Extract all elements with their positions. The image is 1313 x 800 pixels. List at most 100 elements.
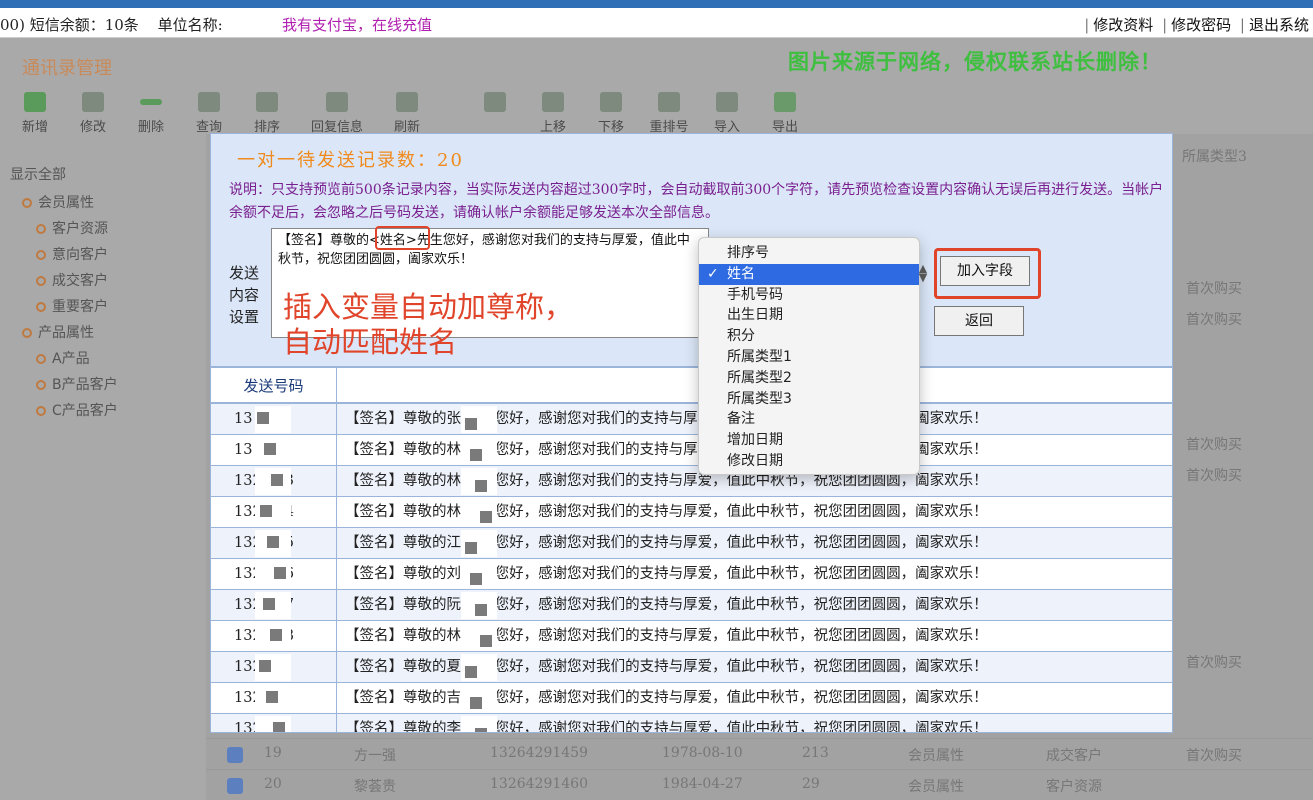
table-row[interactable]: 20 黎荟贵 13264291460 1984-04-27 29 会员属性 客户… (206, 769, 1313, 800)
node-icon (36, 250, 46, 260)
edit-icon (82, 92, 104, 112)
node-icon (22, 198, 32, 208)
edit-profile-link[interactable]: 修改资料 (1093, 16, 1153, 34)
select-arrows-icon[interactable]: ▲ ▼ (915, 263, 931, 284)
privacy-mask (270, 629, 282, 641)
delete-tool-button[interactable]: 删除 (122, 90, 180, 136)
privacy-mask (475, 480, 487, 492)
privacy-mask (465, 666, 477, 678)
move-up-tool-button[interactable]: 上移 (524, 90, 582, 136)
sidebar-item-product[interactable]: 产品属性 (22, 322, 94, 342)
send-content-label: 发送内容设置 (229, 264, 260, 326)
node-icon (36, 302, 46, 312)
table-row: 132 50【签名】尊敬的吉 先生您好，感谢您对我们的支持与厚爱，值此中秋节，祝… (211, 683, 1172, 714)
back-button[interactable]: 返回 (934, 306, 1024, 336)
field-option[interactable]: 所属类型3 (699, 389, 919, 410)
field-option[interactable]: 备注 (699, 409, 919, 430)
refresh-icon (396, 92, 418, 112)
message-cell: 【签名】尊敬的林 先生您好，感谢您对我们的支持与厚爱，值此中秋节，祝您团团圆圆，… (345, 628, 988, 644)
reply-tool-button[interactable]: 回复信息 (296, 90, 378, 136)
privacy-mask (480, 511, 492, 523)
row-checkbox[interactable] (227, 747, 243, 763)
renumber-tool-button[interactable]: 重排号 (640, 90, 698, 136)
unit-name-label: 单位名称: (157, 16, 223, 34)
search-tool-button[interactable]: 查询 (180, 90, 238, 136)
node-icon (36, 354, 46, 364)
column-header-type3: 所属类型3 (1182, 149, 1247, 165)
grid-cell: 首次购买 (1186, 655, 1242, 671)
logout-link[interactable]: 退出系统 (1249, 16, 1309, 34)
sidebar-tree: 显示全部 会员属性 客户资源 意向客户 成交客户 重要客户 产品属性 A产品 B… (0, 154, 205, 454)
field-option[interactable]: 修改日期 (699, 451, 919, 472)
account-links: | 修改资料 | 修改密码 | 退出系统 (1084, 16, 1309, 34)
message-cell: 【签名】尊敬的阮 先生您好，感谢您对我们的支持与厚爱，值此中秋节，祝您团团圆圆，… (345, 597, 988, 613)
change-password-link[interactable]: 修改密码 (1171, 16, 1231, 34)
table-header: 发送号码 (211, 366, 1172, 404)
field-option[interactable]: 所属类型1 (699, 347, 919, 368)
sidebar-item-product-c[interactable]: C产品客户 (36, 400, 118, 420)
field-option[interactable]: 所属类型2 (699, 368, 919, 389)
sidebar-item-customer-resource[interactable]: 客户资源 (36, 218, 108, 238)
table-row[interactable]: 19 方一强 13264291459 1978-08-10 213 会员属性 成… (206, 738, 1313, 769)
field-option[interactable]: ✓ 姓名 (699, 263, 919, 285)
node-icon (22, 328, 32, 338)
privacy-mask (465, 418, 477, 430)
sidebar-item-deal[interactable]: 成交客户 (36, 270, 108, 290)
privacy-mask (465, 542, 477, 554)
import-tool-button[interactable]: 导入 (698, 90, 756, 136)
message-cell: 【签名】尊敬的刘 先生您好，感谢您对我们的支持与厚爱，值此中秋节，祝您团团圆圆，… (345, 566, 988, 582)
privacy-mask (267, 536, 279, 548)
message-cell: 【签名】尊敬的吉 先生您好，感谢您对我们的支持与厚爱，值此中秋节，祝您团团圆圆，… (345, 690, 988, 706)
plus-icon (24, 92, 46, 112)
watermark: 图片来源于网络，侵权联系站长删除！ (788, 50, 1162, 74)
up-icon (542, 92, 564, 112)
dialog-description: 说明：只支持预览前500条记录内容，当实际发送内容超过300字时，会自动截取前3… (229, 182, 1164, 221)
alipay-recharge-link[interactable]: 我有支付宝，在线充值 (282, 14, 432, 35)
add-tool-button[interactable]: 新增 (6, 90, 64, 136)
privacy-mask (274, 567, 286, 579)
table-row: 132 448【签名】尊敬的林 先生您好，感谢您对我们的支持与厚爱，值此中秋节，… (211, 621, 1172, 652)
blank-tool-button[interactable] (466, 90, 524, 136)
sidebar-item-important[interactable]: 重要客户 (36, 296, 108, 316)
reply-icon (326, 92, 348, 112)
toolbar: 新增 修改 删除 查询 排序 回复信息 刷新 上移 下移 重排号 导入 导出 (6, 90, 814, 136)
field-option[interactable]: 排序号 (699, 243, 919, 264)
sms-balance: 00) 短信余额：10条 (0, 16, 139, 34)
privacy-mask (470, 449, 482, 461)
sidebar-item-member[interactable]: 会员属性 (22, 192, 94, 212)
privacy-mask (257, 412, 269, 424)
move-down-tool-button[interactable]: 下移 (582, 90, 640, 136)
add-field-button[interactable]: 加入字段 (940, 256, 1030, 286)
privacy-mask (475, 728, 487, 732)
refresh-tool-button[interactable]: 刷新 (378, 90, 436, 136)
pending-count: 20 (437, 150, 464, 171)
edit-tool-button[interactable]: 修改 (64, 90, 122, 136)
sort-tool-button[interactable]: 排序 (238, 90, 296, 136)
sort-icon (256, 92, 278, 112)
sidebar-item-product-b[interactable]: B产品客户 (36, 374, 118, 394)
field-select-dropdown[interactable]: 排序号 ✓ 姓名 手机号码 出生日期 积分 所属类型1 所属类型2 所属类型3 备注 增加日期 修改日… (698, 237, 927, 475)
send-preview-dialog: 一对一待发送记录数：20 说明：只支持预览前500条记录内容，当实际发送内容超过… (210, 133, 1173, 733)
top-strip (0, 0, 1313, 8)
field-option[interactable]: 增加日期 (699, 430, 919, 451)
row-checkbox[interactable] (227, 778, 243, 794)
sidebar-item-all[interactable]: 显示全部 (10, 164, 66, 184)
search-icon (198, 92, 220, 112)
user-icon (484, 92, 506, 112)
node-icon (36, 224, 46, 234)
sidebar-item-intent[interactable]: 意向客户 (36, 244, 108, 264)
sidebar-item-product-a[interactable]: A产品 (36, 348, 90, 368)
table-row: 132 51【签名】尊敬的李 先生您好，感谢您对我们的支持与厚爱，值此中秋节，祝… (211, 714, 1172, 732)
dialog-title: 一对一待发送记录数：20 (237, 150, 464, 171)
node-icon (36, 380, 46, 390)
field-option[interactable]: 出生日期 (699, 305, 919, 326)
field-option[interactable]: 积分 (699, 326, 919, 347)
info-bar: 00) 短信余额：10条 单位名称: 我有支付宝，在线充值 | 修改资料 | 修改密… (0, 8, 1313, 38)
export-tool-button[interactable]: 导出 (756, 90, 814, 136)
privacy-mask (264, 443, 276, 455)
renumber-icon (658, 92, 680, 112)
field-option[interactable]: 手机号码 (699, 285, 919, 306)
node-icon (36, 406, 46, 416)
message-cell: 【签名】尊敬的林 先生您好，感谢您对我们的支持与厚爱，值此中秋节，祝您团团圆圆，… (345, 504, 988, 520)
check-icon: ✓ (707, 265, 719, 282)
